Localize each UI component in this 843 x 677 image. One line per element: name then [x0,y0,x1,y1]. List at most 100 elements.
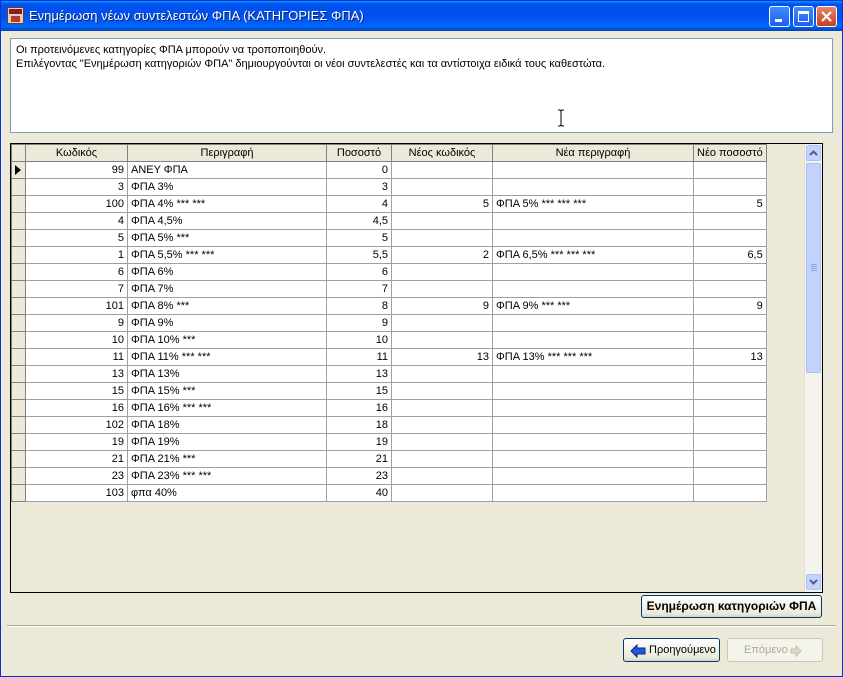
column-header-rate[interactable]: Ποσοστό [326,144,392,162]
cell-description[interactable]: ΦΠΑ 19% [127,433,327,451]
table-row[interactable]: 3 ΦΠΑ 3% 3 [11,178,767,196]
cell-new-description[interactable]: ΦΠΑ 6,5% *** *** *** [492,246,694,264]
column-header-new-description[interactable]: Νέα περιγραφή [492,144,694,162]
cell-description[interactable]: ΦΠΑ 13% [127,365,327,383]
minimize-button[interactable] [769,6,790,27]
row-indicator[interactable] [11,246,26,264]
row-indicator[interactable] [11,467,26,485]
cell-rate[interactable]: 5,5 [326,246,392,264]
cell-new-code[interactable] [391,263,493,281]
update-categories-button[interactable]: Ενημέρωση κατηγοριών ΦΠΑ [641,595,822,618]
cell-new-description[interactable] [492,416,694,434]
cell-new-description[interactable]: ΦΠΑ 13% *** *** *** [492,348,694,366]
cell-new-rate[interactable]: 6,5 [693,246,767,264]
cell-new-description[interactable] [492,212,694,230]
cell-new-rate[interactable] [693,433,767,451]
table-row[interactable]: 100 ΦΠΑ 4% *** *** 4 5 ΦΠΑ 5% *** *** *** 5 [11,195,767,213]
cell-rate[interactable]: 21 [326,450,392,468]
table-row[interactable]: 102 ΦΠΑ 18% 18 [11,416,767,434]
cell-new-rate[interactable] [693,178,767,196]
table-row[interactable]: 5 ΦΠΑ 5% *** 5 [11,229,767,247]
cell-description[interactable]: ΦΠΑ 3% [127,178,327,196]
cell-new-description[interactable] [492,484,694,502]
scroll-up-button[interactable] [806,145,821,161]
cell-new-rate[interactable]: 5 [693,195,767,213]
cell-description[interactable]: ΦΠΑ 18% [127,416,327,434]
row-indicator[interactable] [11,399,26,417]
cell-rate[interactable]: 16 [326,399,392,417]
cell-new-code[interactable]: 9 [391,297,493,315]
cell-rate[interactable]: 19 [326,433,392,451]
cell-new-code[interactable] [391,450,493,468]
cell-new-code[interactable] [391,212,493,230]
cell-new-rate[interactable] [693,161,767,179]
cell-description[interactable]: ΦΠΑ 4,5% [127,212,327,230]
row-indicator[interactable] [11,314,26,332]
table-row[interactable]: 16 ΦΠΑ 16% *** *** 16 [11,399,767,417]
cell-description[interactable]: ΦΠΑ 11% *** *** [127,348,327,366]
row-indicator[interactable] [11,348,26,366]
cell-description[interactable]: ΦΠΑ 16% *** *** [127,399,327,417]
cell-new-code[interactable] [391,178,493,196]
cell-rate[interactable]: 11 [326,348,392,366]
cell-code[interactable]: 10 [25,331,128,349]
cell-new-rate[interactable] [693,365,767,383]
cell-new-rate[interactable] [693,382,767,400]
column-header-description[interactable]: Περιγραφή [127,144,327,162]
cell-description[interactable]: ΦΠΑ 9% [127,314,327,332]
cell-new-description[interactable] [492,382,694,400]
row-indicator[interactable] [11,229,26,247]
cell-new-code[interactable]: 5 [391,195,493,213]
cell-code[interactable]: 13 [25,365,128,383]
title-bar[interactable]: Ενημέρωση νέων συντελεστών ΦΠΑ (ΚΑΤΗΓΟΡΙ… [1,1,842,31]
cell-new-description[interactable] [492,161,694,179]
column-header-new-code[interactable]: Νέος κωδικός [391,144,493,162]
cell-new-rate[interactable] [693,263,767,281]
cell-new-description[interactable] [492,467,694,485]
table-row[interactable]: 4 ΦΠΑ 4,5% 4,5 [11,212,767,230]
cell-description[interactable]: ΑΝΕΥ ΦΠΑ [127,161,327,179]
cell-new-description[interactable] [492,450,694,468]
cell-new-code[interactable] [391,382,493,400]
cell-code[interactable]: 6 [25,263,128,281]
cell-code[interactable]: 19 [25,433,128,451]
cell-code[interactable]: 16 [25,399,128,417]
cell-new-code[interactable] [391,365,493,383]
cell-new-code[interactable]: 2 [391,246,493,264]
cell-code[interactable]: 7 [25,280,128,298]
cell-description[interactable]: ΦΠΑ 5,5% *** *** [127,246,327,264]
cell-new-rate[interactable] [693,416,767,434]
cell-new-rate[interactable]: 9 [693,297,767,315]
cell-code[interactable]: 15 [25,382,128,400]
cell-code[interactable]: 3 [25,178,128,196]
cell-rate[interactable]: 4,5 [326,212,392,230]
cell-new-rate[interactable] [693,212,767,230]
cell-code[interactable]: 99 [25,161,128,179]
row-indicator[interactable] [11,280,26,298]
table-row[interactable]: 99 ΑΝΕΥ ΦΠΑ 0 [11,161,767,179]
cell-rate[interactable]: 10 [326,331,392,349]
cell-code[interactable]: 11 [25,348,128,366]
cell-code[interactable]: 103 [25,484,128,502]
table-row[interactable]: 10 ΦΠΑ 10% *** 10 [11,331,767,349]
cell-new-description[interactable] [492,365,694,383]
next-button[interactable]: Επόμενο [727,638,823,662]
table-row[interactable]: 1 ΦΠΑ 5,5% *** *** 5,5 2 ΦΠΑ 6,5% *** *** **… [11,246,767,264]
cell-new-code[interactable] [391,467,493,485]
cell-rate[interactable]: 6 [326,263,392,281]
cell-description[interactable]: ΦΠΑ 6% [127,263,327,281]
cell-new-rate[interactable] [693,484,767,502]
cell-new-code[interactable] [391,161,493,179]
table-row[interactable]: 7 ΦΠΑ 7% 7 [11,280,767,298]
close-button[interactable] [816,6,837,27]
table-row[interactable]: 6 ΦΠΑ 6% 6 [11,263,767,281]
cell-description[interactable]: ΦΠΑ 10% *** [127,331,327,349]
cell-code[interactable]: 21 [25,450,128,468]
cell-code[interactable]: 1 [25,246,128,264]
cell-code[interactable]: 100 [25,195,128,213]
cell-rate[interactable]: 15 [326,382,392,400]
cell-rate[interactable]: 5 [326,229,392,247]
table-row[interactable]: 15 ΦΠΑ 15% *** 15 [11,382,767,400]
cell-new-rate[interactable] [693,280,767,298]
row-indicator[interactable] [11,297,26,315]
